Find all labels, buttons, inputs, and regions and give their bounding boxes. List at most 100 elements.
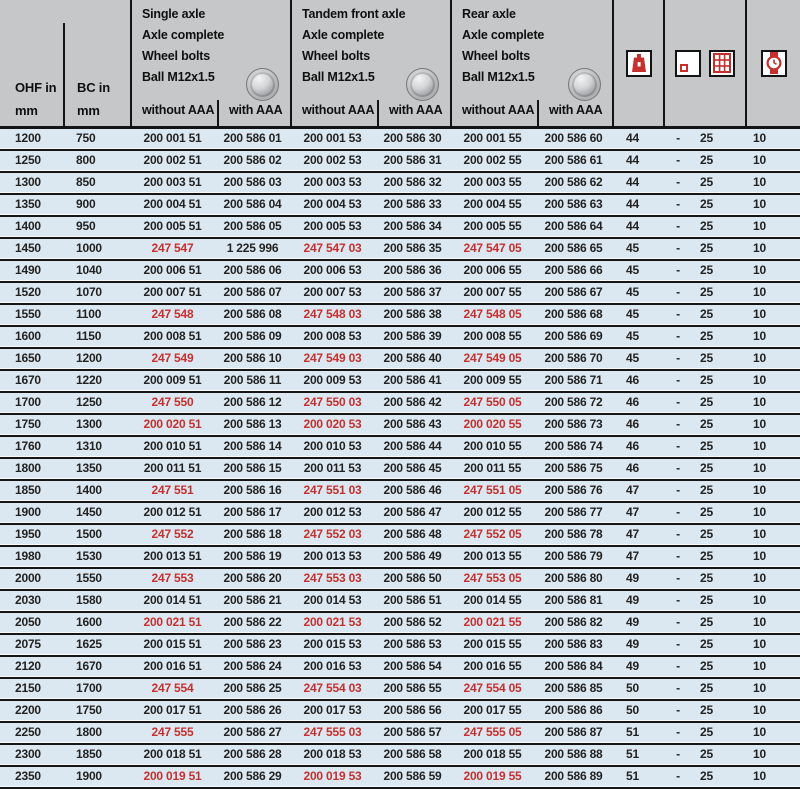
cell-rear-with-aaa: 200 586 69 (535, 327, 612, 347)
cell-single-without-aaa: 200 020 51 (130, 415, 215, 435)
cell-rear-without-aaa: 200 014 55 (450, 591, 535, 611)
cell-single-with-aaa: 200 586 20 (215, 569, 290, 589)
cell-tandem-without-aaa: 247 547 03 (290, 239, 375, 259)
cell-bc-mm: 1750 (64, 701, 130, 721)
table-row: 23501900200 019 51200 586 29200 019 5320… (0, 767, 800, 789)
cell-bc-mm: 1900 (64, 767, 130, 787)
cell-single-with-aaa: 200 586 23 (215, 635, 290, 655)
table-row: 1300850200 003 51200 586 03200 003 53200… (0, 173, 800, 195)
table-row: 18001350200 011 51200 586 15200 011 5320… (0, 459, 800, 481)
cell-tandem-with-aaa: 200 586 34 (375, 217, 450, 237)
cell-ohf-mm: 2350 (0, 767, 64, 787)
cell-grid-qty: 25 (693, 129, 745, 149)
cell-bc-mm: 1040 (64, 261, 130, 281)
cell-single-with-aaa: 200 586 24 (215, 657, 290, 677)
cell-weight: 49 (612, 635, 663, 655)
cell-time: 10 (745, 745, 800, 765)
cell-rear-with-aaa: 200 586 63 (535, 195, 612, 215)
group-header-tandem-front-axle: Tandem front axle Axle complete Wheel bo… (290, 0, 450, 126)
cell-bc-mm: 850 (64, 173, 130, 193)
cell-bc-mm: 1670 (64, 657, 130, 677)
cell-grid-qty: 25 (693, 745, 745, 765)
cell-rear-without-aaa: 200 009 55 (450, 371, 535, 391)
cell-single-with-aaa: 200 586 16 (215, 481, 290, 501)
cell-single-without-aaa: 200 009 51 (130, 371, 215, 391)
cell-weight: 44 (612, 129, 663, 149)
cell-single-without-aaa: 247 548 (130, 305, 215, 325)
cell-bc-mm: 1250 (64, 393, 130, 413)
cell-weight: 46 (612, 393, 663, 413)
cell-tandem-without-aaa: 200 020 53 (290, 415, 375, 435)
cell-ohf-mm: 2300 (0, 745, 64, 765)
cell-time: 10 (745, 503, 800, 523)
cell-bc-mm: 1530 (64, 547, 130, 567)
cell-single-without-aaa: 247 555 (130, 723, 215, 743)
cell-package: - (663, 635, 693, 655)
cell-grid-qty: 25 (693, 679, 745, 699)
cell-tandem-without-aaa: 200 014 53 (290, 591, 375, 611)
cell-rear-without-aaa: 200 008 55 (450, 327, 535, 347)
cell-tandem-without-aaa: 200 016 53 (290, 657, 375, 677)
table-row: 16001150200 008 51200 586 09200 008 5320… (0, 327, 800, 349)
cell-grid-qty: 25 (693, 547, 745, 567)
cell-tandem-with-aaa: 200 586 46 (375, 481, 450, 501)
cell-rear-with-aaa: 200 586 70 (535, 349, 612, 369)
cell-weight: 45 (612, 261, 663, 281)
cell-weight: 45 (612, 283, 663, 303)
table-row: 14501000247 5471 225 996247 547 03200 58… (0, 239, 800, 261)
cell-weight: 45 (612, 327, 663, 347)
cell-grid-qty: 25 (693, 701, 745, 721)
cell-ohf-mm: 2200 (0, 701, 64, 721)
table-row: 20751625200 015 51200 586 23200 015 5320… (0, 635, 800, 657)
cell-rear-with-aaa: 200 586 60 (535, 129, 612, 149)
cell-time: 10 (745, 327, 800, 347)
cell-single-without-aaa: 200 005 51 (130, 217, 215, 237)
cell-single-without-aaa: 200 006 51 (130, 261, 215, 281)
cell-ohf-mm: 1490 (0, 261, 64, 281)
cell-grid-qty: 25 (693, 635, 745, 655)
cell-rear-with-aaa: 200 586 66 (535, 261, 612, 281)
cell-single-without-aaa: 200 014 51 (130, 591, 215, 611)
cell-single-without-aaa: 200 015 51 (130, 635, 215, 655)
cell-single-with-aaa: 200 586 22 (215, 613, 290, 633)
cell-rear-without-aaa: 200 001 55 (450, 129, 535, 149)
cell-ohf-mm: 2000 (0, 569, 64, 589)
table-row: 17601310200 010 51200 586 14200 010 5320… (0, 437, 800, 459)
cell-single-with-aaa: 200 586 14 (215, 437, 290, 457)
cell-tandem-with-aaa: 200 586 57 (375, 723, 450, 743)
cell-grid-qty: 25 (693, 371, 745, 391)
ohf-bc-divider (63, 23, 65, 126)
cell-rear-with-aaa: 200 586 65 (535, 239, 612, 259)
cell-rear-without-aaa: 247 549 05 (450, 349, 535, 369)
cell-tandem-with-aaa: 200 586 52 (375, 613, 450, 633)
cell-single-without-aaa: 200 013 51 (130, 547, 215, 567)
cell-weight: 46 (612, 437, 663, 457)
cell-time: 10 (745, 393, 800, 413)
subheader-without-aaa: without AAA (132, 100, 217, 126)
cell-grid-qty: 25 (693, 503, 745, 523)
cell-time: 10 (745, 547, 800, 567)
cell-ohf-mm: 2120 (0, 657, 64, 677)
cell-rear-with-aaa: 200 586 86 (535, 701, 612, 721)
cell-single-without-aaa: 247 550 (130, 393, 215, 413)
cell-package: - (663, 305, 693, 325)
cell-single-without-aaa: 247 554 (130, 679, 215, 699)
cell-tandem-with-aaa: 200 586 53 (375, 635, 450, 655)
cell-package: - (663, 613, 693, 633)
cell-tandem-without-aaa: 247 548 03 (290, 305, 375, 325)
cell-time: 10 (745, 371, 800, 391)
coin-medallion-icon (406, 68, 439, 101)
cell-single-with-aaa: 200 586 29 (215, 767, 290, 787)
cell-package: - (663, 723, 693, 743)
bc-label-line2: mm (77, 99, 130, 122)
ohf-label-line2: mm (15, 99, 64, 122)
cell-single-without-aaa: 247 552 (130, 525, 215, 545)
cell-ohf-mm: 1850 (0, 481, 64, 501)
cell-package: - (663, 569, 693, 589)
cell-single-without-aaa: 200 004 51 (130, 195, 215, 215)
cell-single-with-aaa: 200 586 13 (215, 415, 290, 435)
cell-tandem-without-aaa: 200 015 53 (290, 635, 375, 655)
cell-weight: 45 (612, 305, 663, 325)
cell-time: 10 (745, 701, 800, 721)
cell-tandem-with-aaa: 200 586 36 (375, 261, 450, 281)
